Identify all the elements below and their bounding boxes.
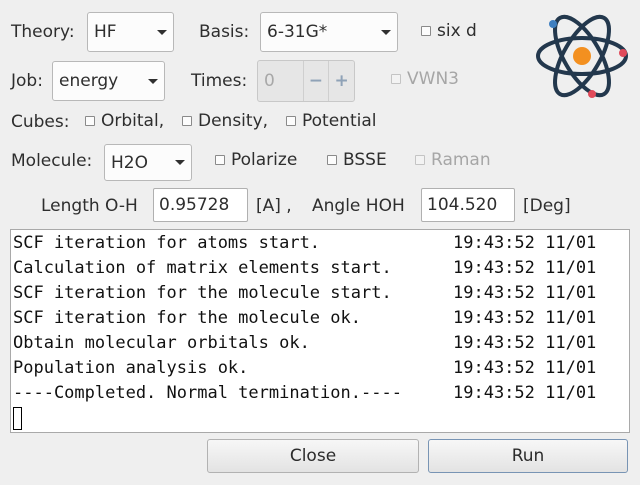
log-timestamp: 19:43:52 11/01	[453, 333, 597, 353]
bsse-checkbox[interactable]	[327, 155, 337, 165]
chevron-down-icon	[157, 29, 167, 35]
length-value: 0.95728	[159, 195, 230, 215]
times-label: Times:	[191, 71, 248, 91]
bsse-label: BSSE	[343, 150, 387, 170]
cubes-label: Cubes:	[11, 112, 70, 132]
log-timestamp: 19:43:52 11/01	[453, 233, 597, 253]
log-line: Obtain molecular orbitals ok.	[13, 333, 310, 353]
density-label: Density,	[198, 111, 269, 131]
text-caret	[13, 407, 22, 430]
minus-icon[interactable]: −	[302, 61, 329, 101]
polarize-checkbox[interactable]	[215, 155, 225, 165]
raman-label: Raman	[431, 150, 491, 170]
angle-label: Angle HOH	[312, 196, 405, 216]
log-timestamp: 19:43:52 11/01	[453, 308, 597, 328]
job-combo[interactable]: energy	[52, 61, 165, 101]
log-line: ----Completed. Normal termination.----	[13, 383, 402, 403]
chevron-down-icon	[381, 29, 391, 35]
log-output[interactable]: SCF iteration for atoms start. 19:43:52 …	[10, 229, 630, 433]
log-line: Population analysis ok.	[13, 358, 249, 378]
density-checkbox[interactable]	[182, 116, 192, 126]
log-timestamp: 19:43:52 11/01	[453, 283, 597, 303]
job-value: energy	[59, 71, 119, 91]
job-label: Job:	[11, 71, 43, 91]
run-button[interactable]: Run	[428, 439, 628, 473]
molecule-label: Molecule:	[11, 151, 93, 171]
molecule-value: H2O	[111, 152, 148, 173]
theory-value: HF	[94, 22, 117, 42]
chevron-down-icon	[148, 78, 158, 84]
angle-unit: [Deg]	[523, 196, 571, 216]
length-label: Length O-H	[41, 196, 138, 216]
log-line: Calculation of matrix elements start.	[13, 258, 392, 278]
basis-label: Basis:	[199, 22, 250, 42]
orbital-label: Orbital,	[101, 111, 165, 131]
six-d-checkbox[interactable]	[421, 26, 431, 36]
chevron-down-icon	[175, 160, 185, 165]
potential-label: Potential	[302, 111, 377, 131]
angle-value: 104.520	[427, 195, 498, 215]
atom-icon	[536, 14, 628, 98]
times-spinner[interactable]: 0 − +	[257, 60, 355, 102]
length-input[interactable]: 0.95728	[153, 188, 248, 222]
log-timestamp: 19:43:52 11/01	[453, 258, 597, 278]
theory-combo[interactable]: HF	[87, 12, 174, 52]
orbital-checkbox[interactable]	[85, 116, 95, 126]
theory-label: Theory:	[11, 22, 75, 42]
molecule-combo[interactable]: H2O	[104, 144, 192, 181]
basis-value: 6-31G*	[267, 22, 328, 42]
polarize-label: Polarize	[231, 150, 298, 170]
vwn3-checkbox[interactable]	[391, 74, 401, 84]
six-d-label: six d	[437, 21, 477, 41]
close-button[interactable]: Close	[207, 439, 419, 473]
basis-combo[interactable]: 6-31G*	[260, 12, 398, 52]
log-timestamp: 19:43:52 11/01	[453, 358, 597, 378]
log-line: SCF iteration for atoms start.	[13, 233, 321, 253]
potential-checkbox[interactable]	[286, 116, 296, 126]
log-line: SCF iteration for the molecule start.	[13, 283, 392, 303]
times-value: 0	[264, 71, 275, 91]
length-unit: [A] ,	[256, 196, 292, 216]
raman-checkbox[interactable]	[415, 155, 425, 165]
vwn3-label: VWN3	[407, 69, 459, 89]
log-timestamp: 19:43:52 11/01	[453, 383, 597, 403]
log-line: SCF iteration for the molecule ok.	[13, 308, 361, 328]
angle-input[interactable]: 104.520	[421, 188, 515, 222]
plus-icon[interactable]: +	[328, 61, 354, 101]
